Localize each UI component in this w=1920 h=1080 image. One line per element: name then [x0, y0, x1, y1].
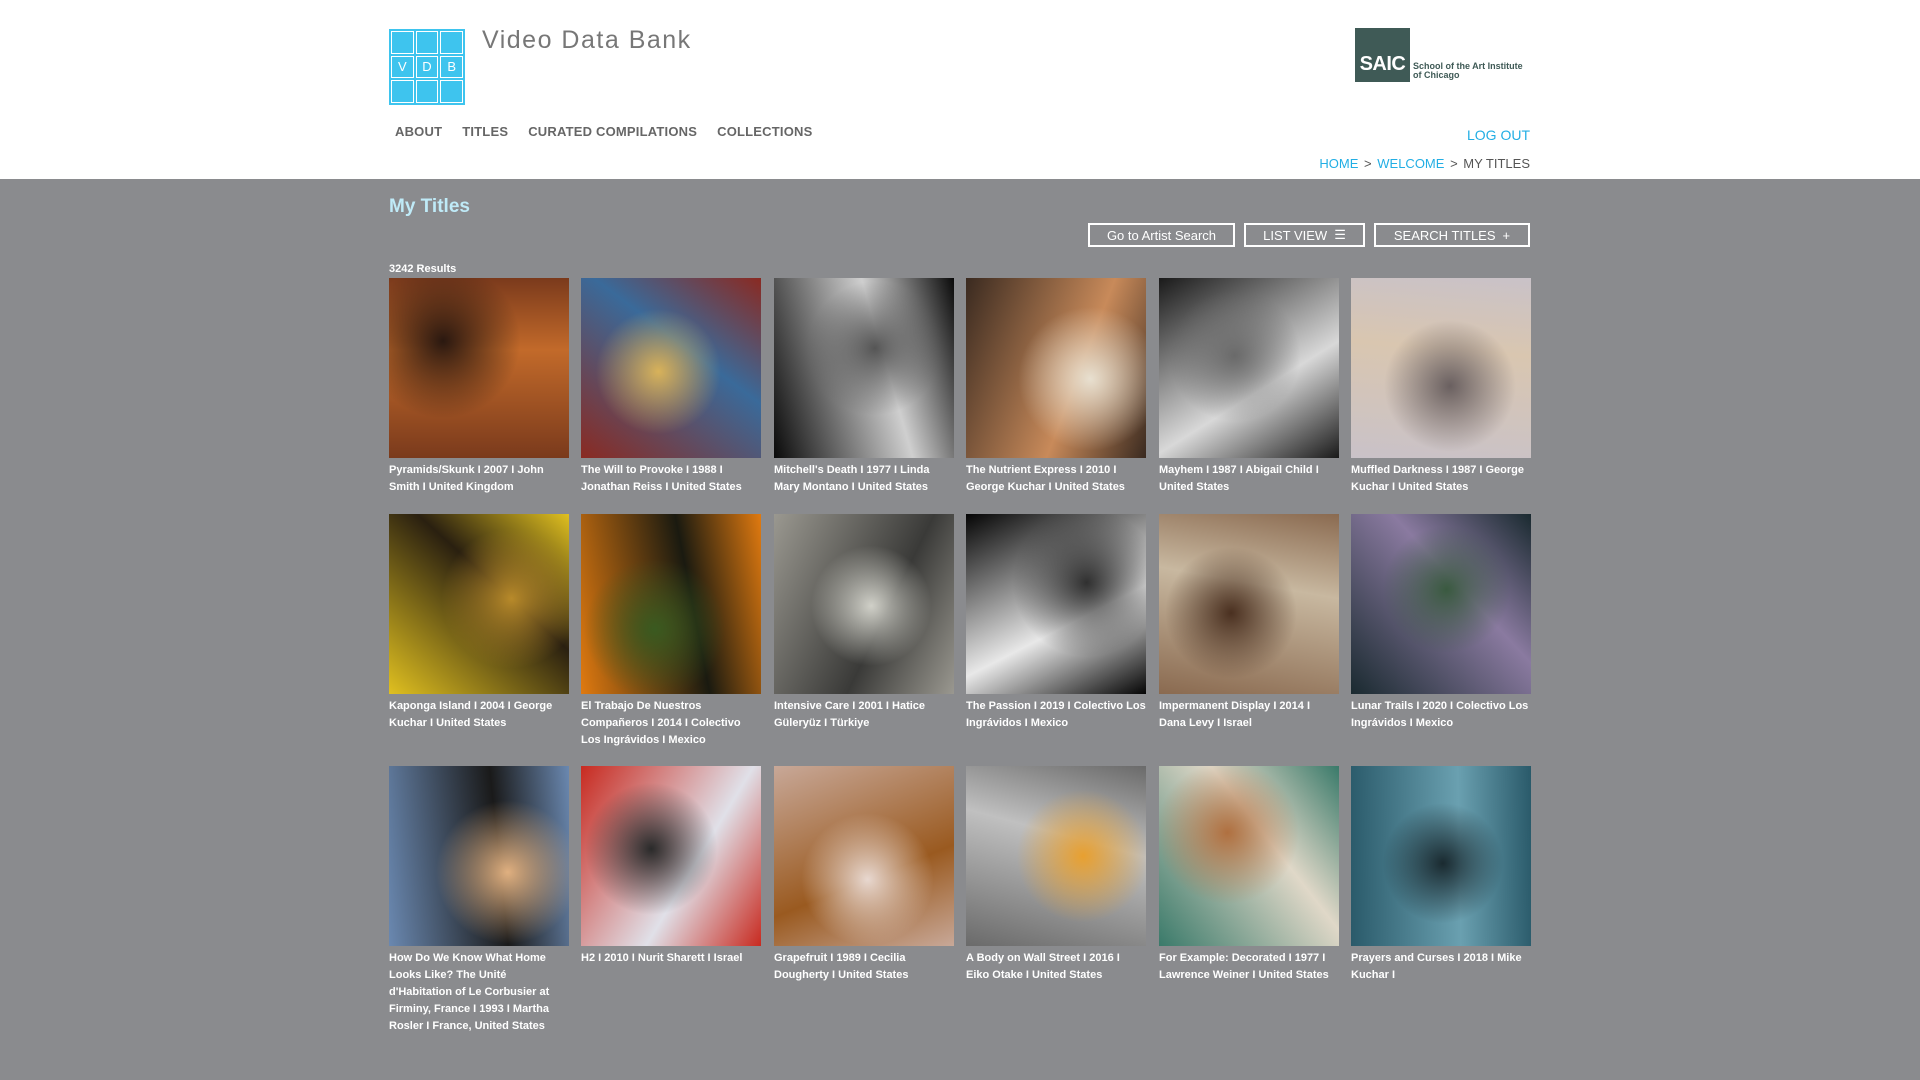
- artist-search-button[interactable]: Go to Artist Search: [1088, 223, 1235, 247]
- titles-row: How Do We Know What Home Looks Like? The…: [389, 766, 1531, 1032]
- nav-curated-compilations[interactable]: CURATED COMPILATIONS: [528, 124, 697, 139]
- title-thumbnail[interactable]: [1159, 278, 1339, 458]
- title-card[interactable]: The Passion I 2019 I Colectivo Los Ingrá…: [966, 514, 1146, 732]
- title-caption[interactable]: A Body on Wall Street I 2016 I Eiko Otak…: [966, 950, 1146, 984]
- title-card[interactable]: H2 I 2010 I Nurit Sharett I Israel: [581, 766, 761, 967]
- saic-logo[interactable]: SAIC: [1355, 28, 1410, 82]
- title-card[interactable]: For Example: Decorated I 1977 I Lawrence…: [1159, 766, 1339, 984]
- nav-collections[interactable]: COLLECTIONS: [717, 124, 812, 139]
- title-thumbnail[interactable]: [1351, 514, 1531, 694]
- logo-letter: B: [440, 55, 463, 79]
- title-card[interactable]: Pyramids/Skunk I 2007 I John Smith I Uni…: [389, 278, 569, 496]
- breadcrumb-current: MY TITLES: [1463, 156, 1530, 171]
- breadcrumb-separator: >: [1450, 156, 1458, 171]
- logo-cell: [415, 80, 439, 103]
- title-thumbnail[interactable]: [581, 766, 761, 946]
- search-titles-label: SEARCH TITLES: [1393, 227, 1496, 243]
- title-thumbnail[interactable]: [389, 278, 569, 458]
- title-card[interactable]: Prayers and Curses I 2018 I Mike Kuchar …: [1351, 766, 1531, 984]
- site-header: V D B Video Data Bank SAIC School of the…: [0, 0, 1920, 179]
- logo-cell: [415, 31, 439, 54]
- title-caption[interactable]: The Nutrient Express I 2010 I George Kuc…: [966, 462, 1146, 496]
- title-caption[interactable]: Muffled Darkness I 1987 I George Kuchar …: [1351, 462, 1531, 496]
- title-thumbnail[interactable]: [1159, 514, 1339, 694]
- results-count: 3242 Results: [389, 263, 457, 275]
- title-thumbnail[interactable]: [966, 766, 1146, 946]
- title-thumbnail[interactable]: [1351, 766, 1531, 946]
- title-card[interactable]: The Will to Provoke I 1988 I Jonathan Re…: [581, 278, 761, 496]
- title-card[interactable]: Lunar Trails I 2020 I Colectivo Los Ingr…: [1351, 514, 1531, 732]
- title-thumbnail[interactable]: [774, 278, 954, 458]
- title-card[interactable]: Grapefruit I 1989 I Cecilia Dougherty I …: [774, 766, 954, 984]
- toolbar: Go to Artist Search LIST VIEW ☰ SEARCH T…: [1088, 223, 1530, 247]
- page-title: My Titles: [389, 196, 470, 217]
- title-caption[interactable]: The Passion I 2019 I Colectivo Los Ingrá…: [966, 698, 1146, 732]
- title-caption[interactable]: El Trabajo De Nuestros Compañeros I 2014…: [581, 698, 761, 749]
- list-view-label: LIST VIEW: [1263, 227, 1328, 243]
- title-card[interactable]: El Trabajo De Nuestros Compañeros I 2014…: [581, 514, 761, 749]
- title-caption[interactable]: Kaponga Island I 2004 I George Kuchar I …: [389, 698, 569, 732]
- logo-cell: [391, 80, 414, 103]
- site-title[interactable]: Video Data Bank: [482, 26, 692, 55]
- title-thumbnail[interactable]: [774, 514, 954, 694]
- title-caption[interactable]: How Do We Know What Home Looks Like? The…: [389, 950, 569, 1035]
- titles-row: Kaponga Island I 2004 I George Kuchar I …: [389, 514, 1531, 754]
- plus-icon: +: [1502, 227, 1511, 243]
- title-caption[interactable]: Prayers and Curses I 2018 I Mike Kuchar …: [1351, 950, 1531, 984]
- title-thumbnail[interactable]: [581, 278, 761, 458]
- title-card[interactable]: Mitchell's Death I 1977 I Linda Mary Mon…: [774, 278, 954, 496]
- title-caption[interactable]: H2 I 2010 I Nurit Sharett I Israel: [581, 950, 761, 967]
- list-view-button[interactable]: LIST VIEW ☰: [1244, 223, 1365, 247]
- title-caption[interactable]: Pyramids/Skunk I 2007 I John Smith I Uni…: [389, 462, 569, 496]
- breadcrumb: HOME > WELCOME > MY TITLES: [1319, 156, 1530, 171]
- title-caption[interactable]: For Example: Decorated I 1977 I Lawrence…: [1159, 950, 1339, 984]
- title-caption[interactable]: Impermanent Display I 2014 I Dana Levy I…: [1159, 698, 1339, 732]
- nav-about[interactable]: ABOUT: [395, 124, 442, 139]
- search-titles-button[interactable]: SEARCH TITLES +: [1374, 223, 1530, 247]
- logo-cell: [440, 31, 463, 54]
- title-thumbnail[interactable]: [1351, 278, 1531, 458]
- main-nav: ABOUT TITLES CURATED COMPILATIONS COLLEC…: [395, 124, 812, 139]
- title-caption[interactable]: Grapefruit I 1989 I Cecilia Dougherty I …: [774, 950, 954, 984]
- artist-search-label: Go to Artist Search: [1106, 227, 1217, 243]
- breadcrumb-separator: >: [1364, 156, 1372, 171]
- title-card[interactable]: Kaponga Island I 2004 I George Kuchar I …: [389, 514, 569, 732]
- title-caption[interactable]: Mayhem I 1987 I Abigail Child I United S…: [1159, 462, 1339, 496]
- breadcrumb-welcome[interactable]: WELCOME: [1377, 156, 1444, 171]
- logo-cell: [440, 80, 463, 103]
- title-thumbnail[interactable]: [389, 766, 569, 946]
- logo-letter: V: [391, 55, 414, 79]
- title-card[interactable]: How Do We Know What Home Looks Like? The…: [389, 766, 569, 1035]
- list-icon: ☰: [1334, 227, 1346, 242]
- title-card[interactable]: Muffled Darkness I 1987 I George Kuchar …: [1351, 278, 1531, 496]
- title-caption[interactable]: Mitchell's Death I 1977 I Linda Mary Mon…: [774, 462, 954, 496]
- logout-link[interactable]: LOG OUT: [1467, 127, 1530, 143]
- logo-cell: [391, 31, 414, 54]
- vdb-logo[interactable]: V D B: [389, 29, 465, 105]
- saic-name: School of the Art Institute of Chicago: [1413, 61, 1523, 80]
- title-thumbnail[interactable]: [966, 278, 1146, 458]
- title-thumbnail[interactable]: [774, 766, 954, 946]
- breadcrumb-home[interactable]: HOME: [1319, 156, 1358, 171]
- title-caption[interactable]: Intensive Care I 2001 I Hatice Güleryüz …: [774, 698, 954, 732]
- title-caption[interactable]: The Will to Provoke I 1988 I Jonathan Re…: [581, 462, 761, 496]
- title-card[interactable]: The Nutrient Express I 2010 I George Kuc…: [966, 278, 1146, 496]
- title-card[interactable]: Impermanent Display I 2014 I Dana Levy I…: [1159, 514, 1339, 732]
- title-card[interactable]: Mayhem I 1987 I Abigail Child I United S…: [1159, 278, 1339, 496]
- logo-letter: D: [415, 55, 439, 79]
- nav-titles[interactable]: TITLES: [462, 124, 508, 139]
- title-card[interactable]: Intensive Care I 2001 I Hatice Güleryüz …: [774, 514, 954, 732]
- title-card[interactable]: A Body on Wall Street I 2016 I Eiko Otak…: [966, 766, 1146, 984]
- title-thumbnail[interactable]: [389, 514, 569, 694]
- title-thumbnail[interactable]: [1159, 766, 1339, 946]
- title-thumbnail[interactable]: [581, 514, 761, 694]
- title-caption[interactable]: Lunar Trails I 2020 I Colectivo Los Ingr…: [1351, 698, 1531, 732]
- title-thumbnail[interactable]: [966, 514, 1146, 694]
- titles-row: Pyramids/Skunk I 2007 I John Smith I Uni…: [389, 278, 1531, 518]
